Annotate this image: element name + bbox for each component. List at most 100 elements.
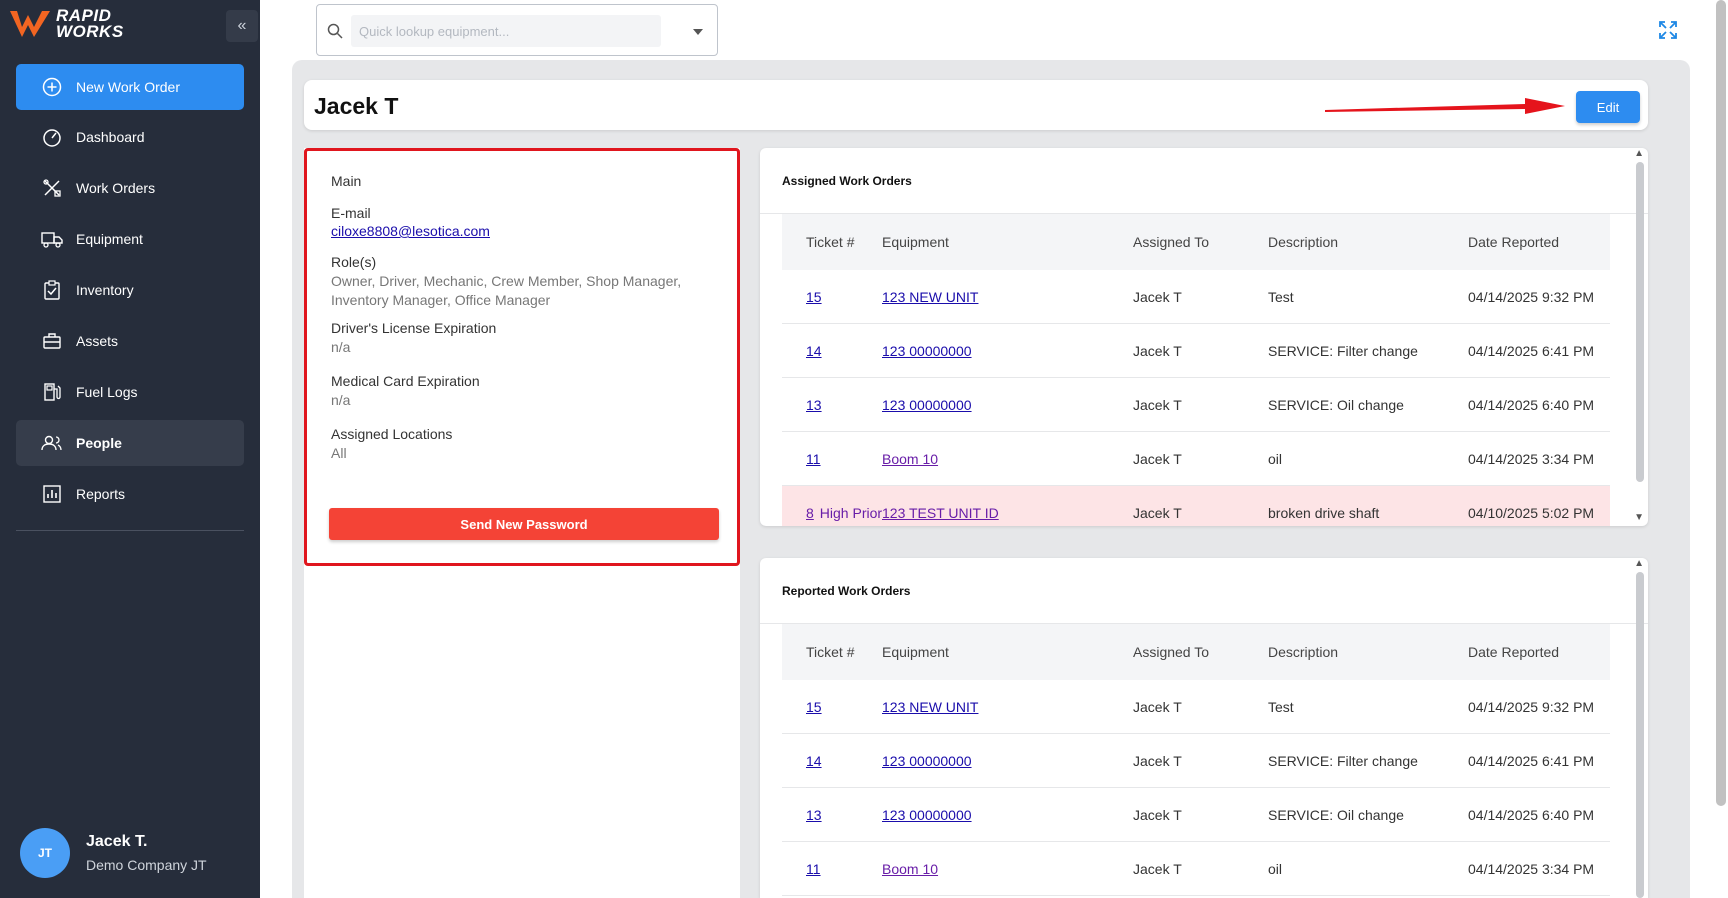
page-scrollbar[interactable] — [1716, 0, 1726, 806]
sidebar-item-dashboard[interactable]: Dashboard — [16, 114, 244, 160]
assigned-to: Jacek T — [1133, 504, 1182, 521]
table-row[interactable]: 11 Boom 10 Jacek T oil 04/14/2025 3:34 P… — [782, 842, 1610, 896]
sidebar-item-assets[interactable]: Assets — [16, 318, 244, 364]
date-reported: 04/14/2025 9:32 PM — [1468, 698, 1595, 715]
description: Test — [1268, 288, 1294, 305]
email-link[interactable]: ciloxe8808@lesotica.com — [331, 223, 490, 239]
col-date-reported[interactable]: Date Reported — [1468, 234, 1610, 250]
date-reported: 04/14/2025 3:34 PM — [1468, 860, 1595, 877]
locations-label: Assigned Locations — [331, 426, 453, 442]
table-row-high-priority[interactable]: 8 High Prior 123 TEST UNIT ID Jacek T bro… — [782, 486, 1610, 526]
user-profile[interactable]: JT Jacek T. Demo Company JT — [20, 828, 207, 878]
assigned-to: Jacek T — [1133, 752, 1182, 769]
scroll-up-arrow-icon[interactable]: ▲ — [1634, 558, 1644, 569]
equipment-link[interactable]: 123 NEW UNIT — [882, 289, 978, 305]
col-equipment[interactable]: Equipment — [882, 234, 1133, 250]
col-equipment[interactable]: Equipment — [882, 644, 1133, 660]
roles-value: Owner, Driver, Mechanic, Crew Member, Sh… — [331, 273, 682, 308]
table-row[interactable]: 13 123 00000000 Jacek T SERVICE: Oil cha… — [782, 788, 1610, 842]
equipment-link[interactable]: 123 00000000 — [882, 753, 972, 769]
date-reported: 04/14/2025 6:41 PM — [1468, 342, 1595, 359]
scroll-down-arrow-icon[interactable]: ▼ — [1634, 512, 1644, 523]
card-title: Assigned Work Orders — [760, 148, 1648, 214]
new-work-order-label: New Work Order — [76, 79, 180, 95]
equipment-link[interactable]: 123 NEW UNIT — [882, 699, 978, 715]
collapse-sidebar-button[interactable]: « — [226, 10, 258, 42]
rapidworks-logo-icon — [10, 11, 50, 37]
red-arrow-annotation — [1325, 98, 1565, 114]
ticket-link[interactable]: 13 — [806, 807, 822, 823]
ticket-link[interactable]: 11 — [806, 861, 821, 877]
fuel-pump-icon — [40, 380, 64, 404]
table-row[interactable]: 14 123 00000000 Jacek T SERVICE: Filter … — [782, 734, 1610, 788]
tools-icon — [40, 176, 64, 200]
sidebar-divider — [16, 530, 244, 531]
equipment-link[interactable]: 123 00000000 — [882, 397, 972, 413]
sidebar-item-people[interactable]: People — [16, 420, 244, 466]
user-name: Jacek T. — [86, 833, 148, 850]
table-header: Ticket # Equipment Assigned To Descripti… — [782, 214, 1610, 270]
sidebar-item-label: Assets — [76, 333, 119, 349]
description: SERVICE: Oil change — [1268, 396, 1404, 413]
ticket-link[interactable]: 14 — [806, 753, 822, 769]
clipboard-check-icon — [40, 278, 64, 302]
assigned-to: Jacek T — [1133, 450, 1182, 467]
col-description[interactable]: Description — [1268, 644, 1468, 660]
col-assigned-to[interactable]: Assigned To — [1133, 234, 1268, 250]
table-row[interactable]: 15 123 NEW UNIT Jacek T Test 04/14/2025 … — [782, 270, 1610, 324]
table-row[interactable]: 13 123 00000000 Jacek T SERVICE: Oil cha… — [782, 378, 1610, 432]
sidebar-item-reports[interactable]: Reports — [16, 471, 244, 517]
equipment-link[interactable]: 123 00000000 — [882, 807, 972, 823]
equipment-search[interactable] — [316, 4, 718, 56]
table-row[interactable]: 15 123 NEW UNIT Jacek T Test 04/14/2025 … — [782, 680, 1610, 734]
table-row[interactable]: 14 123 00000000 Jacek T SERVICE: Filter … — [782, 324, 1610, 378]
ticket-link[interactable]: 15 — [806, 699, 822, 715]
sidebar-item-fuel-logs[interactable]: Fuel Logs — [16, 369, 244, 415]
sidebar-item-equipment[interactable]: Equipment — [16, 216, 244, 262]
logo[interactable]: RAPID WORKS — [8, 6, 138, 42]
new-work-order-button[interactable]: New Work Order — [16, 64, 244, 110]
sidebar-item-work-orders[interactable]: Work Orders — [16, 165, 244, 211]
table-row[interactable]: 11 Boom 10 Jacek T oil 04/14/2025 3:34 P… — [782, 432, 1610, 486]
col-ticket[interactable]: Ticket # — [782, 644, 882, 660]
date-reported: 04/10/2025 5:02 PM — [1468, 504, 1595, 521]
edit-button[interactable]: Edit — [1576, 91, 1640, 123]
avatar: JT — [20, 828, 70, 878]
col-description[interactable]: Description — [1268, 234, 1468, 250]
equipment-link[interactable]: 123 TEST UNIT ID — [882, 505, 999, 521]
ticket-link[interactable]: 11 — [806, 451, 821, 467]
ticket-link[interactable]: 8 — [806, 505, 814, 521]
assigned-scrollbar[interactable] — [1636, 162, 1644, 482]
sidebar-item-label: Fuel Logs — [76, 384, 138, 400]
assigned-to: Jacek T — [1133, 860, 1182, 877]
sidebar-item-label: Dashboard — [76, 129, 145, 145]
sidebar-item-inventory[interactable]: Inventory — [16, 267, 244, 313]
ticket-link[interactable]: 15 — [806, 289, 822, 305]
col-date-reported[interactable]: Date Reported — [1468, 644, 1610, 660]
date-reported: 04/14/2025 6:41 PM — [1468, 752, 1595, 769]
date-reported: 04/14/2025 6:40 PM — [1468, 806, 1595, 823]
medical-value: n/a — [331, 392, 351, 408]
col-ticket[interactable]: Ticket # — [782, 234, 882, 250]
reported-scrollbar[interactable] — [1636, 572, 1644, 898]
description: SERVICE: Oil change — [1268, 806, 1404, 823]
briefcase-icon — [40, 329, 64, 353]
col-assigned-to[interactable]: Assigned To — [1133, 644, 1268, 660]
search-input[interactable] — [351, 15, 661, 47]
license-label: Driver's License Expiration — [331, 320, 497, 336]
reported-table: Ticket # Equipment Assigned To Descripti… — [782, 624, 1610, 896]
send-new-password-button[interactable]: Send New Password — [329, 508, 719, 540]
medical-label: Medical Card Expiration — [331, 373, 480, 389]
chevron-down-icon[interactable] — [693, 29, 703, 35]
license-field: Driver's License Expiration n/a — [331, 320, 701, 357]
reported-work-orders-card: Reported Work Orders Ticket # Equipment … — [760, 558, 1648, 898]
equipment-link[interactable]: Boom 10 — [882, 451, 938, 467]
ticket-link[interactable]: 14 — [806, 343, 822, 359]
fullscreen-icon[interactable] — [1658, 20, 1678, 40]
equipment-link[interactable]: 123 00000000 — [882, 343, 972, 359]
description: SERVICE: Filter change — [1268, 752, 1418, 769]
equipment-link[interactable]: Boom 10 — [882, 861, 938, 877]
medical-field: Medical Card Expiration n/a — [331, 373, 701, 410]
ticket-link[interactable]: 13 — [806, 397, 822, 413]
scroll-up-arrow-icon[interactable]: ▲ — [1634, 148, 1644, 159]
